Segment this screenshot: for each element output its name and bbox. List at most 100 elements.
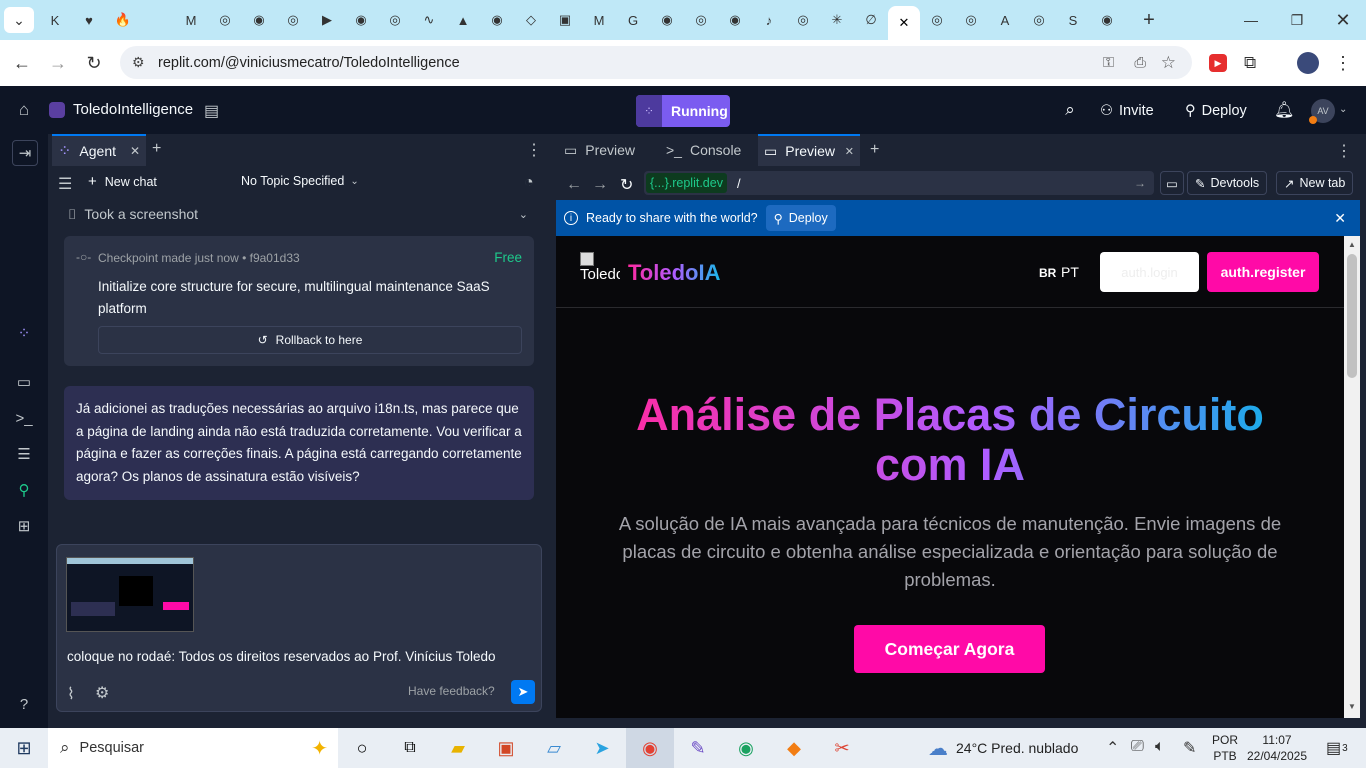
devtools-button[interactable]: ✎ Devtools [1187, 171, 1268, 195]
scroll-down-icon[interactable]: ▼ [1348, 702, 1356, 711]
cortana-icon[interactable]: ○ [338, 728, 386, 768]
notepad-icon[interactable]: ▱ [530, 728, 578, 768]
lang-flag[interactable]: BR [1039, 266, 1056, 280]
register-button[interactable]: auth.register [1207, 252, 1319, 292]
reload-icon[interactable]: ↻ [620, 175, 633, 195]
site-info-icon[interactable]: ⚙ [132, 54, 145, 71]
all-tools-icon[interactable]: ⊞ [12, 514, 36, 538]
preview-scrollbar[interactable]: ▲ ▼ [1344, 236, 1360, 718]
back-icon[interactable]: ← [566, 176, 582, 194]
tab-search-icon[interactable]: ⌄ [4, 7, 34, 33]
forward-icon[interactable]: → [592, 176, 608, 194]
back-icon[interactable]: ← [10, 53, 34, 74]
usage-gauge-icon[interactable]: ◔ [524, 174, 534, 192]
tab-preview-active[interactable]: ▭ Preview ✕ [758, 134, 860, 166]
circle-favicon-icon[interactable]: ◉ [650, 6, 684, 34]
new-tab-plus-icon[interactable]: + [1132, 6, 1166, 34]
triangle-favicon-icon[interactable]: ▲ [446, 6, 480, 34]
sublime-icon[interactable]: ◆ [770, 728, 818, 768]
go-arrow-icon[interactable]: → [1134, 176, 1146, 190]
run-status[interactable]: ⁘ Running [636, 95, 730, 127]
powerpoint-icon[interactable]: ▣ [482, 728, 530, 768]
bookmark-star-icon[interactable]: ☆ [1161, 53, 1176, 73]
active-tab[interactable]: ✕ [888, 6, 920, 40]
notifications-icon[interactable]: ▤ 3 [1326, 738, 1348, 758]
deploy-button[interactable]: ⚲ Deploy [1177, 96, 1255, 126]
shell-icon[interactable]: >_ [12, 406, 36, 430]
tray-chevron-up-icon[interactable]: ⌃ [1106, 738, 1119, 758]
openai-favicon-icon[interactable]: ◎ [276, 6, 310, 34]
youtube-ext-icon[interactable]: ▶ [1209, 54, 1227, 72]
login-button[interactable]: auth.login [1100, 252, 1199, 292]
project-info-icon[interactable]: ▤ [204, 101, 219, 121]
tiktok-favicon-icon[interactable]: ♪ [752, 6, 786, 34]
square-favicon-icon[interactable]: ▣ [548, 6, 582, 34]
telegram-icon[interactable]: ➤ [578, 728, 626, 768]
perplexity-favicon-icon[interactable]: ∅ [854, 6, 888, 34]
circle-favicon-icon[interactable]: ◉ [480, 6, 514, 34]
volume-icon[interactable]: 🔈︎ [1155, 738, 1165, 756]
reload-icon[interactable]: ↻ [82, 53, 106, 74]
extensions-icon[interactable]: ⧉ [1244, 53, 1256, 73]
chat-history-icon[interactable]: ☰ [58, 174, 72, 194]
pen-icon[interactable]: ✎ [1183, 738, 1196, 758]
help-icon[interactable]: ? [12, 692, 36, 716]
cta-button[interactable]: Começar Agora [854, 625, 1045, 673]
globe-favicon-icon[interactable]: ◎ [786, 6, 820, 34]
minimize-icon[interactable]: — [1228, 0, 1274, 40]
s-favicon-icon[interactable]: S [1056, 6, 1090, 34]
profile-avatar[interactable] [1297, 52, 1319, 74]
sidebar-toggle-icon[interactable]: ⇥ [12, 140, 38, 166]
google-favicon-icon[interactable]: G [616, 6, 650, 34]
close-banner-icon[interactable]: ✕ [1334, 210, 1346, 227]
heart-favicon-icon[interactable]: ♥ [72, 6, 106, 34]
circle-favicon-icon[interactable]: ◉ [344, 6, 378, 34]
preview-icon[interactable]: ▭ [12, 370, 36, 394]
snip-icon[interactable]: ✂ [818, 728, 866, 768]
agent-tab[interactable]: ⁘ Agent ✕ [52, 134, 146, 166]
chrome-icon[interactable]: ◉ [626, 728, 674, 768]
tab-console[interactable]: >_ Console [666, 134, 741, 166]
browser-menu-icon[interactable]: ⋮ [1334, 53, 1352, 74]
url-field[interactable]: ⚙ replit.com/@viniciusmecatro/ToledoInte… [120, 46, 1192, 79]
scroll-thumb[interactable] [1347, 254, 1357, 378]
circle-favicon-icon[interactable]: ◉ [242, 6, 276, 34]
site-brand[interactable]: ToledoIA [628, 260, 720, 286]
attached-screenshot[interactable] [66, 557, 194, 632]
deployments-icon[interactable]: ⚲ [12, 478, 36, 502]
chat-input-text[interactable]: coloque no rodaé: Todos os direitos rese… [67, 649, 496, 664]
start-windows-icon[interactable]: ⊞ [0, 728, 48, 768]
chat-input-box[interactable]: coloque no rodaé: Todos os direitos rese… [56, 544, 542, 712]
m-favicon-icon[interactable]: M [174, 6, 208, 34]
install-icon[interactable]: ⎙ [1134, 55, 1146, 71]
anthropic-favicon-icon[interactable]: A [988, 6, 1022, 34]
agent-icon[interactable]: ⁘ [12, 321, 36, 345]
banner-deploy-button[interactable]: ⚲ Deploy [765, 205, 836, 231]
invite-button[interactable]: ⚇ Invite [1092, 96, 1162, 126]
openai-favicon-icon[interactable]: ◎ [954, 6, 988, 34]
panel-menu-icon[interactable]: ⋮ [526, 140, 542, 160]
file-explorer-icon[interactable]: ▰ [434, 728, 482, 768]
paint-icon[interactable]: ✎ [674, 728, 722, 768]
feedback-link[interactable]: Have feedback? [408, 684, 495, 698]
globe-favicon-icon[interactable]: ◎ [378, 6, 412, 34]
fire-favicon-icon[interactable]: 🔥 [106, 6, 140, 34]
rollback-button[interactable]: ↺ Rollback to here [98, 326, 522, 354]
chrome-profile-icon[interactable]: ◉ [722, 728, 770, 768]
openai-favicon-icon[interactable]: ◎ [684, 6, 718, 34]
add-tab-icon[interactable]: + [870, 141, 879, 159]
notifications-bell-icon[interactable]: 🔔︎ [1274, 100, 1294, 120]
close-window-icon[interactable]: ✕ [1320, 0, 1366, 40]
close-tab-icon[interactable]: ✕ [130, 144, 140, 158]
wave-favicon-icon[interactable]: ∿ [412, 6, 446, 34]
close-tab-icon[interactable]: ✕ [899, 15, 910, 31]
panel-menu-icon[interactable]: ⋮ [1336, 141, 1352, 161]
meet-now-icon[interactable]: ⎚ [1131, 738, 1144, 756]
preview-url-field[interactable]: {...}.replit.dev / → [644, 171, 1154, 195]
password-key-icon[interactable]: ⚿ [1103, 55, 1114, 71]
lang-label[interactable]: PT [1061, 264, 1079, 280]
taskbar-search[interactable]: ⌕ Pesquisar ✦ [48, 728, 338, 768]
circle-favicon-icon[interactable]: ◉ [718, 6, 752, 34]
forward-icon[interactable]: → [46, 53, 70, 74]
home-icon[interactable]: ⌂ [14, 100, 34, 120]
